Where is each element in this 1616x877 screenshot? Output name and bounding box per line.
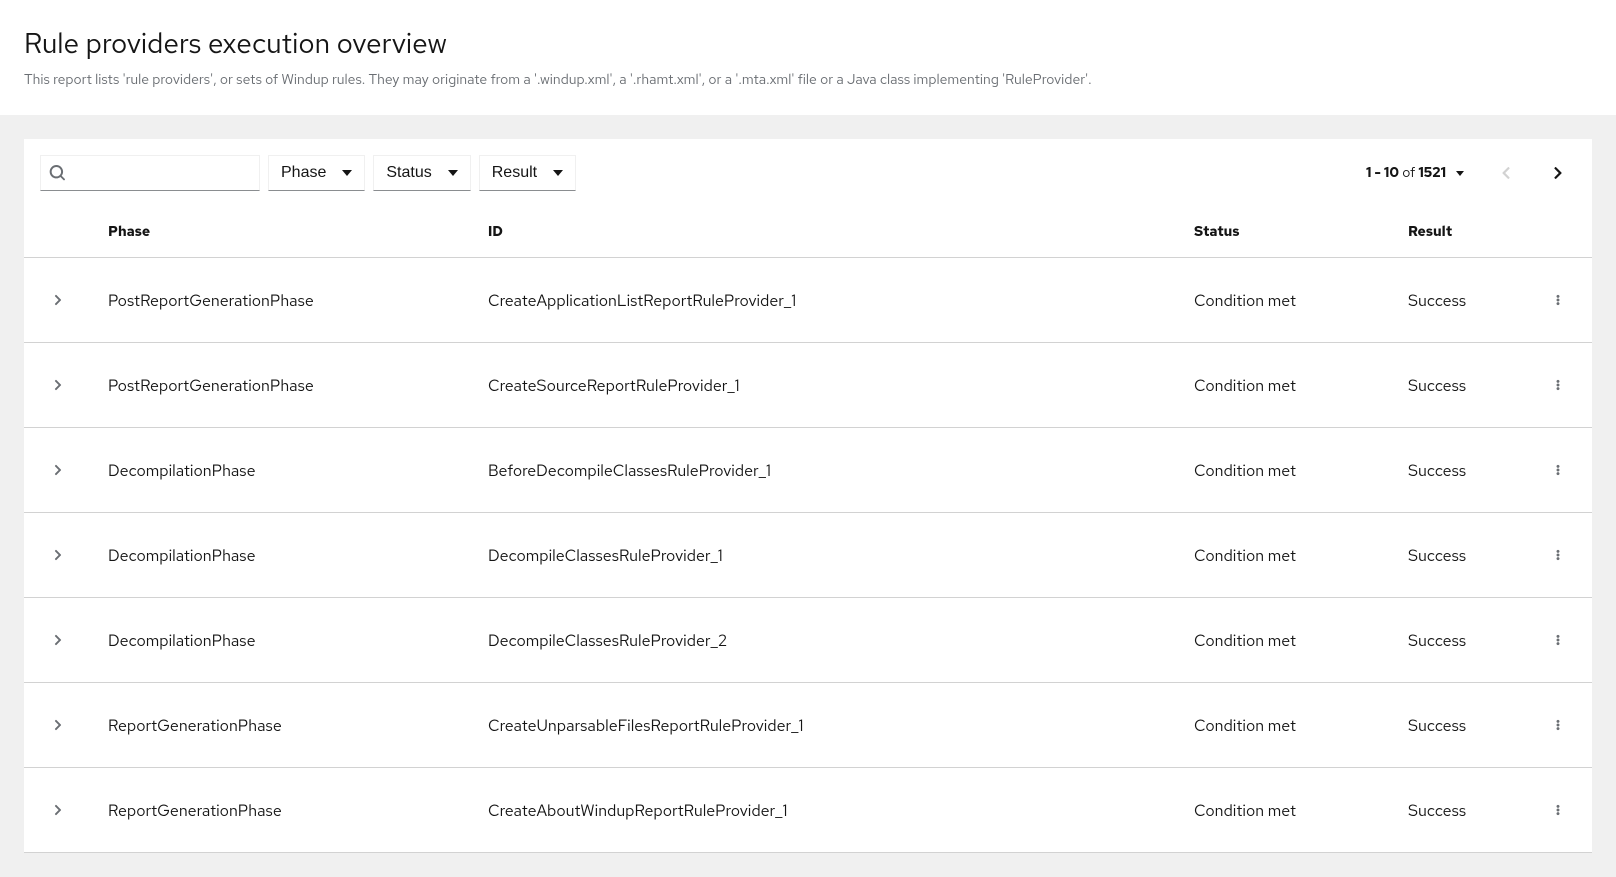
phase-filter[interactable]: Phase	[268, 155, 365, 191]
cell-phase: PostReportGenerationPhase	[92, 258, 472, 343]
cell-phase: ReportGenerationPhase	[92, 683, 472, 768]
table-row: ReportGenerationPhaseCreateUnparsableFil…	[24, 683, 1592, 768]
table-row: PostReportGenerationPhaseCreateApplicati…	[24, 258, 1592, 343]
chevron-right-icon	[53, 464, 63, 476]
cell-result: Success	[1392, 683, 1524, 768]
caret-down-icon	[553, 170, 563, 176]
row-actions-button[interactable]	[1540, 707, 1576, 743]
table-row: DecompilationPhaseDecompileClassesRulePr…	[24, 598, 1592, 683]
cell-status: Condition met	[1178, 258, 1392, 343]
table-row: DecompilationPhaseDecompileClassesRulePr…	[24, 513, 1592, 598]
cell-status: Condition met	[1178, 343, 1392, 428]
expand-row-button[interactable]	[40, 707, 76, 743]
header-phase: Phase	[92, 207, 472, 258]
search-input[interactable]	[41, 156, 259, 190]
cell-result: Success	[1392, 428, 1524, 513]
row-actions-button[interactable]	[1540, 367, 1576, 403]
table-row: PostReportGenerationPhaseCreateSourceRep…	[24, 343, 1592, 428]
kebab-icon	[1556, 461, 1560, 479]
cell-phase: PostReportGenerationPhase	[92, 343, 472, 428]
cell-id: CreateAboutWindupReportRuleProvider_1	[472, 768, 1178, 853]
chevron-left-icon	[1500, 166, 1512, 180]
row-actions-button[interactable]	[1540, 622, 1576, 658]
kebab-icon	[1556, 631, 1560, 649]
caret-down-icon	[342, 170, 352, 176]
cell-phase: DecompilationPhase	[92, 598, 472, 683]
expand-row-button[interactable]	[40, 452, 76, 488]
cell-phase: DecompilationPhase	[92, 513, 472, 598]
cell-id: BeforeDecompileClassesRuleProvider_1	[472, 428, 1178, 513]
pagination-items-toggle[interactable]: 1 - 10 of 1521	[1366, 164, 1464, 182]
expand-row-button[interactable]	[40, 537, 76, 573]
rules-table: Phase ID Status Result PostReportGenerat…	[24, 207, 1592, 853]
phase-filter-label: Phase	[281, 164, 326, 182]
expand-row-button[interactable]	[40, 367, 76, 403]
row-actions-button[interactable]	[1540, 282, 1576, 318]
cell-status: Condition met	[1178, 768, 1392, 853]
cell-status: Condition met	[1178, 513, 1392, 598]
row-actions-button[interactable]	[1540, 537, 1576, 573]
kebab-icon	[1556, 716, 1560, 734]
table-row: DecompilationPhaseBeforeDecompileClasses…	[24, 428, 1592, 513]
expand-row-button[interactable]	[40, 282, 76, 318]
caret-down-icon	[1456, 171, 1464, 176]
chevron-right-icon	[53, 549, 63, 561]
cell-result: Success	[1392, 343, 1524, 428]
expand-row-button[interactable]	[40, 622, 76, 658]
page-title: Rule providers execution overview	[24, 24, 1592, 62]
cell-result: Success	[1392, 598, 1524, 683]
cell-phase: ReportGenerationPhase	[92, 768, 472, 853]
caret-down-icon	[448, 170, 458, 176]
cell-result: Success	[1392, 258, 1524, 343]
next-page-button[interactable]	[1540, 155, 1576, 191]
expand-row-button[interactable]	[40, 792, 76, 828]
header-result: Result	[1392, 207, 1524, 258]
chevron-right-icon	[53, 719, 63, 731]
chevron-right-icon	[53, 294, 63, 306]
cell-result: Success	[1392, 768, 1524, 853]
header-id: ID	[472, 207, 1178, 258]
kebab-icon	[1556, 801, 1560, 819]
row-actions-button[interactable]	[1540, 452, 1576, 488]
cell-id: CreateApplicationListReportRuleProvider_…	[472, 258, 1178, 343]
result-filter-label: Result	[492, 164, 537, 182]
result-filter[interactable]: Result	[479, 155, 576, 191]
kebab-icon	[1556, 376, 1560, 394]
kebab-icon	[1556, 291, 1560, 309]
cell-id: DecompileClassesRuleProvider_1	[472, 513, 1178, 598]
search-icon	[49, 165, 65, 181]
page-description: This report lists 'rule providers', or s…	[24, 70, 1592, 91]
chevron-right-icon	[53, 804, 63, 816]
chevron-right-icon	[53, 634, 63, 646]
pagination-of: of	[1402, 164, 1415, 182]
cell-result: Success	[1392, 513, 1524, 598]
chevron-right-icon	[53, 379, 63, 391]
cell-id: CreateSourceReportRuleProvider_1	[472, 343, 1178, 428]
status-filter-label: Status	[386, 164, 431, 182]
pagination-range: 1 - 10	[1366, 164, 1399, 182]
cell-phase: DecompilationPhase	[92, 428, 472, 513]
header-status: Status	[1178, 207, 1392, 258]
table-row: ReportGenerationPhaseCreateAboutWindupRe…	[24, 768, 1592, 853]
cell-status: Condition met	[1178, 683, 1392, 768]
search-input-wrapper	[40, 155, 260, 191]
cell-id: CreateUnparsableFilesReportRuleProvider_…	[472, 683, 1178, 768]
pagination-total: 1521	[1418, 164, 1446, 182]
cell-status: Condition met	[1178, 598, 1392, 683]
row-actions-button[interactable]	[1540, 792, 1576, 828]
prev-page-button[interactable]	[1488, 155, 1524, 191]
chevron-right-icon	[1552, 166, 1564, 180]
kebab-icon	[1556, 546, 1560, 564]
cell-status: Condition met	[1178, 428, 1392, 513]
status-filter[interactable]: Status	[373, 155, 470, 191]
cell-id: DecompileClassesRuleProvider_2	[472, 598, 1178, 683]
